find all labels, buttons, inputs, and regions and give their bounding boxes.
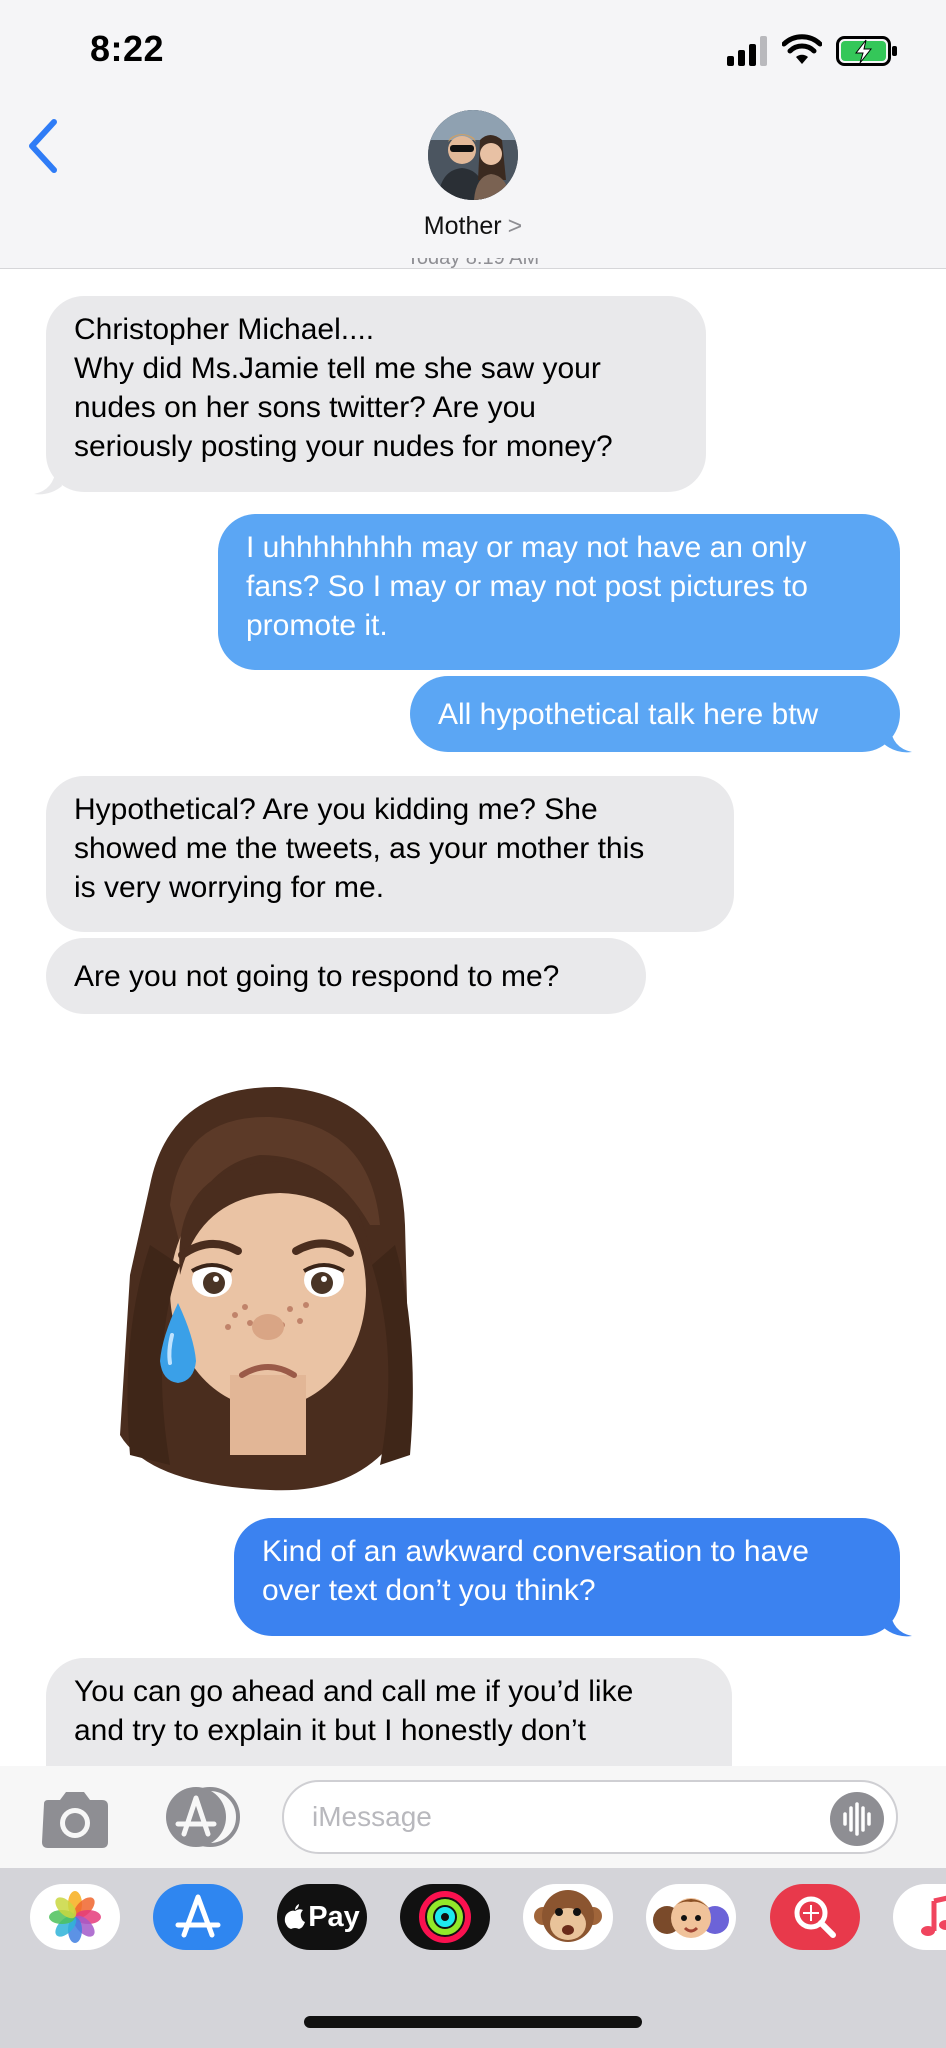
memoji-stickers-icon (653, 1898, 729, 1938)
bubble-tail (34, 468, 62, 495)
audio-waveform-icon (843, 1802, 871, 1836)
monkey-animoji-icon (534, 1890, 602, 1942)
status-time: 8:22 (90, 28, 165, 69)
imessage-app-drawer: Pay (0, 1868, 946, 2048)
image-search-app-button[interactable] (770, 1884, 860, 1950)
battery-charging-icon (836, 36, 897, 66)
contact-name-button[interactable]: Mother > (0, 212, 946, 241)
contact-name: Mother (423, 212, 502, 240)
activity-app-button[interactable] (400, 1884, 490, 1950)
outgoing-message[interactable]: I uhhhhhhhh may or may not have an only … (218, 514, 900, 670)
app-store-icon (175, 1894, 221, 1938)
photos-icon (49, 1891, 101, 1943)
avatar-photo (428, 110, 518, 200)
image-search-icon (794, 1896, 836, 1938)
contact-avatar[interactable] (428, 110, 518, 200)
music-icon (921, 1895, 946, 1936)
apple-pay-app-button[interactable]: Pay (277, 1884, 367, 1950)
conversation-header: 8:22 Mother> Today (0, 0, 946, 269)
apple-pay-label: Pay (308, 1900, 360, 1933)
audio-message-button[interactable] (830, 1792, 884, 1846)
incoming-message[interactable]: Hypothetical? Are you kidding me? She sh… (46, 776, 734, 932)
incoming-message[interactable]: Are you not going to respond to me? (46, 938, 646, 1014)
photos-app-button[interactable] (30, 1884, 120, 1950)
message-text-input[interactable] (310, 1800, 794, 1834)
bubble-tail (884, 726, 912, 753)
back-chevron-icon[interactable] (24, 118, 60, 174)
music-app-button[interactable] (893, 1884, 946, 1950)
message-timestamp: Today 8:19 AM (0, 258, 946, 268)
app-store-app-button[interactable] (153, 1884, 243, 1950)
imessage-field (282, 1780, 898, 1854)
activity-rings-icon (419, 1891, 471, 1943)
crying-memoji-sticker[interactable] (110, 1075, 430, 1495)
home-indicator[interactable] (304, 2016, 642, 2028)
bubble-tail (884, 1610, 912, 1637)
memoji-stickers-app-button[interactable] (646, 1884, 736, 1950)
chevron-right-icon: > (507, 212, 523, 240)
wifi-icon (782, 34, 822, 64)
incoming-message[interactable]: Christopher Michael.... Why did Ms.Jamie… (46, 296, 706, 492)
outgoing-message[interactable]: All hypothetical talk here btw (410, 676, 900, 752)
message-input-bar (0, 1766, 946, 1868)
apple-pay-icon (285, 1904, 306, 1929)
outgoing-message[interactable]: Kind of an awkward conversation to have … (234, 1518, 900, 1636)
camera-icon[interactable] (38, 1792, 112, 1848)
animoji-app-button[interactable] (523, 1884, 613, 1950)
app-store-drawer-icon[interactable] (160, 1786, 242, 1848)
cellular-signal-icon (727, 36, 767, 66)
